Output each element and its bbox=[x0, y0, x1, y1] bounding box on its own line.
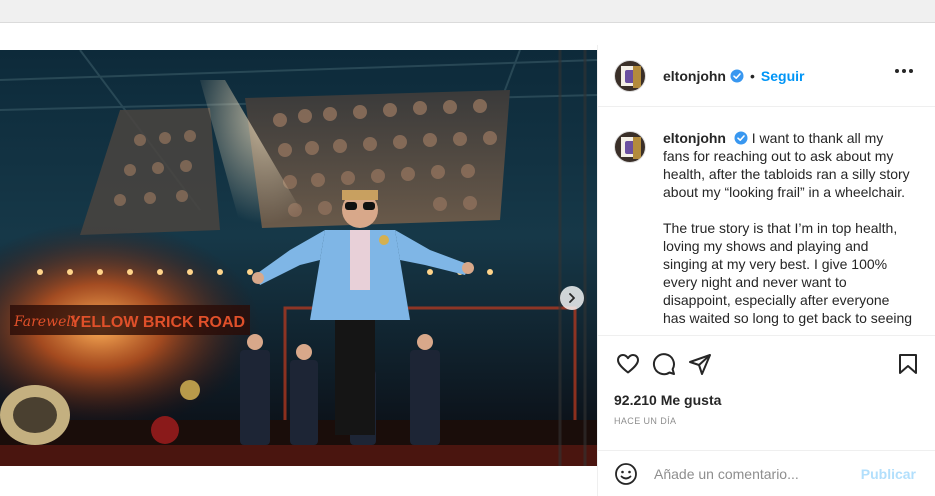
comment-input[interactable] bbox=[654, 465, 854, 482]
post-modal: YELLOW BRICK ROAD Farewell eltonjohn • S… bbox=[0, 22, 935, 496]
post-side-panel: eltonjohn • Seguir eltonjohn I want to t… bbox=[597, 45, 935, 496]
post-timestamp[interactable]: HACE UN DÍA bbox=[598, 416, 935, 426]
follow-button[interactable]: Seguir bbox=[761, 68, 805, 84]
concert-photo: YELLOW BRICK ROAD Farewell bbox=[0, 50, 597, 466]
emoji-icon[interactable] bbox=[614, 462, 638, 486]
verified-badge-icon bbox=[734, 131, 748, 145]
next-slide-button[interactable] bbox=[560, 286, 584, 310]
caption-username[interactable]: eltonjohn bbox=[663, 130, 726, 146]
caption-avatar[interactable] bbox=[614, 131, 646, 163]
post-media[interactable]: YELLOW BRICK ROAD Farewell bbox=[0, 50, 597, 466]
comment-bar: Publicar bbox=[598, 450, 935, 496]
bookmark-icon[interactable] bbox=[896, 352, 920, 376]
caption-paragraph: The true story is that I’m in top health… bbox=[663, 220, 913, 326]
caption-area: eltonjohn I want to thank all my fans fo… bbox=[598, 107, 935, 335]
media-bottom-gap bbox=[0, 466, 597, 496]
stage-script-text: Farewell bbox=[13, 314, 75, 330]
header-username[interactable]: eltonjohn bbox=[663, 68, 726, 84]
browser-gap bbox=[0, 0, 935, 22]
share-icon[interactable] bbox=[688, 352, 712, 376]
chevron-right-icon bbox=[569, 293, 575, 303]
verified-badge-icon bbox=[730, 69, 744, 82]
avatar[interactable] bbox=[614, 59, 646, 92]
heart-icon[interactable] bbox=[616, 352, 640, 376]
comment-icon[interactable] bbox=[652, 352, 676, 376]
post-actions: 92.210 Me gusta HACE UN DÍA bbox=[598, 335, 935, 450]
header-separator: • bbox=[750, 67, 755, 84]
like-count[interactable]: 92.210 Me gusta bbox=[598, 392, 935, 408]
more-options-icon[interactable] bbox=[895, 69, 913, 73]
post-header: eltonjohn • Seguir bbox=[598, 45, 935, 107]
stage-sign-text: YELLOW BRICK ROAD bbox=[70, 314, 245, 331]
post-caption: eltonjohn I want to thank all my fans fo… bbox=[663, 129, 913, 335]
publish-button[interactable]: Publicar bbox=[861, 466, 916, 482]
